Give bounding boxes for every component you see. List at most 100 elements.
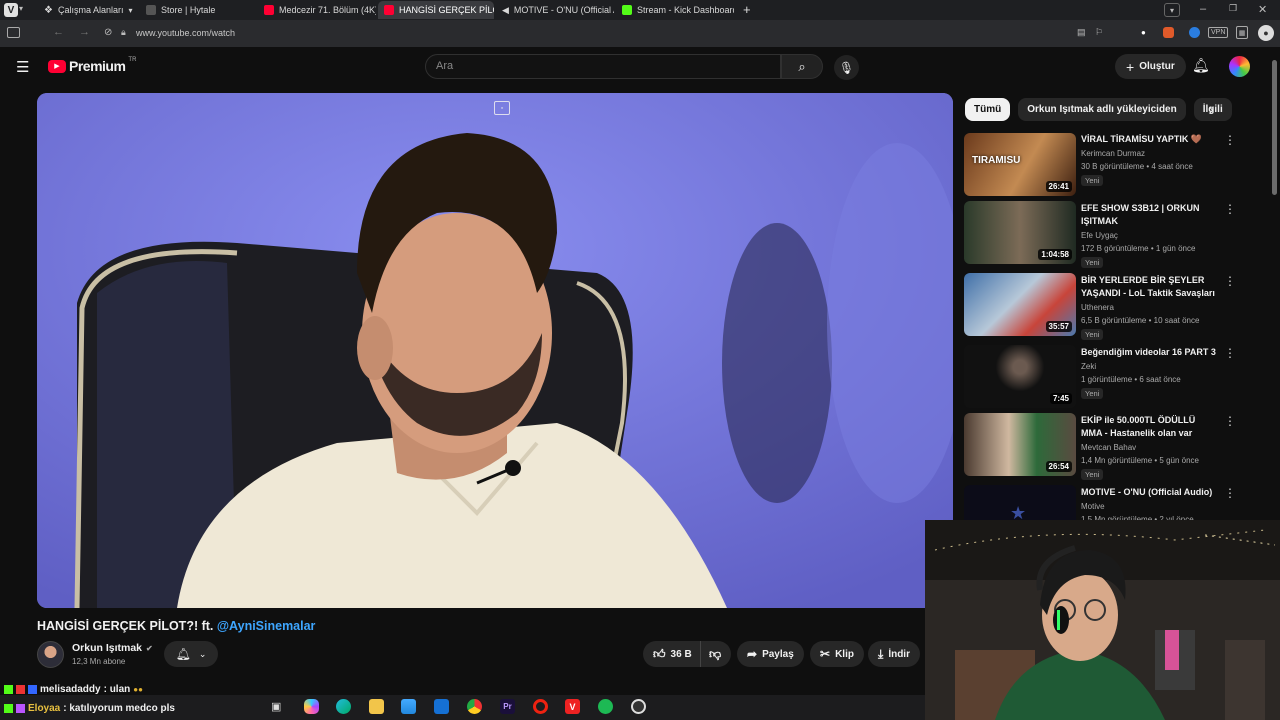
chevron-down-icon[interactable]: ▾ <box>19 4 23 13</box>
tab-motive-onu[interactable]: ◀ MOTIVE - O'NU (Official Au <box>496 1 614 19</box>
tab-medcezir[interactable]: Medcezir 71. Bölüm (4K) - Y <box>258 1 376 19</box>
microsoft-store-icon[interactable] <box>401 699 416 714</box>
channel-avatar[interactable] <box>37 641 64 668</box>
channel-name[interactable]: Orkun Işıtmak ✔ <box>72 642 153 654</box>
recommendation-channel[interactable]: Motive <box>1081 500 1105 513</box>
recommendation-title[interactable]: BİR YERLERDE BİR ŞEYLER YAŞANDI - LoL Ta… <box>1081 274 1217 300</box>
notifications-bell-icon[interactable]: 🔔︎ <box>1192 57 1210 74</box>
recommendation-channel[interactable]: Kerimcan Durmaz <box>1081 147 1145 160</box>
recommendation-title[interactable]: Beğendiğim videolar 16 PART 3 <box>1081 346 1217 359</box>
recommendation-channel[interactable]: Mevtcan Bahav <box>1081 441 1136 454</box>
kick-favicon-icon <box>622 5 632 15</box>
browser-logo-icon[interactable]: V <box>4 3 18 17</box>
recommendation-channel[interactable]: Zeki <box>1081 360 1096 373</box>
recommendation-title[interactable]: EKİP ile 50.000TL ÖDÜLLÜ MMA - Hastaneli… <box>1081 414 1217 440</box>
task-view-icon[interactable]: ▣ <box>271 700 281 713</box>
youtube-play-icon: ▶ <box>48 59 66 73</box>
recommendation-thumbnail[interactable]: 1:04:58 <box>964 201 1076 264</box>
file-explorer-icon[interactable] <box>369 699 384 714</box>
browser-tab-bar: V ▾ ❖ Çalışma Alanları ▾ Store | Hytale … <box>0 0 1280 20</box>
more-options-icon[interactable]: ⋮ <box>1224 414 1236 428</box>
tab-kick-dashboard[interactable]: Stream - Kick Dashboard <box>616 1 734 19</box>
recommendation-thumbnail[interactable]: 7:45 <box>964 345 1076 408</box>
clip-button[interactable]: ✂ Klip <box>810 641 864 667</box>
premiere-pro-icon[interactable]: Pr <box>500 699 515 714</box>
chat-text: : katılıyorum medco pls <box>63 703 175 714</box>
recommendation-channel[interactable]: Uthenera <box>1081 301 1114 314</box>
profile-icon[interactable]: ● <box>1258 25 1274 41</box>
extension-red-icon[interactable] <box>1163 27 1174 38</box>
video-title-mention-link[interactable]: @AyniSinemalar <box>217 619 316 633</box>
minimize-icon[interactable]: – <box>1200 3 1206 15</box>
bookmark-icon[interactable]: ⚐ <box>1095 27 1103 38</box>
address-bar-row: ← → ⊘ 🔒︎ www.youtube.com/watch ▤ ⚐ ● VPN… <box>0 20 1280 47</box>
page-scrollbar[interactable] <box>1272 60 1277 195</box>
opera-icon[interactable] <box>533 699 548 714</box>
sidebar-toggle-icon[interactable] <box>7 27 20 38</box>
share-label: Paylaş <box>762 648 794 660</box>
edge-icon[interactable] <box>336 699 351 714</box>
chip-from-uploader[interactable]: Orkun Işıtmak adlı yükleyiciden <box>1018 98 1186 121</box>
recommendation-thumbnail[interactable]: 26:54 <box>964 413 1076 476</box>
extension-dot-icon[interactable]: ● <box>1141 28 1146 37</box>
recommendation-channel[interactable]: Efe Uygaç <box>1081 229 1118 242</box>
more-options-icon[interactable]: ⋮ <box>1224 133 1236 147</box>
like-button[interactable]: 👍︎ 36 B <box>643 641 700 667</box>
chevron-right-icon[interactable]: › <box>1209 101 1214 117</box>
tab-store-hytale[interactable]: Store | Hytale <box>140 1 256 19</box>
recommendation-thumbnail[interactable]: 35:57 <box>964 273 1076 336</box>
shield-icon[interactable]: ⊘ <box>104 27 112 38</box>
close-window-icon[interactable]: ✕ <box>1258 3 1267 16</box>
video-title-text: HANGİSİ GERÇEK PİLOT?! ft. <box>37 619 217 633</box>
more-options-icon[interactable]: ⋮ <box>1224 486 1236 500</box>
recommendation-thumbnail[interactable]: TIRAMISU 26:41 <box>964 133 1076 196</box>
filter-chips: Tümü Orkun Işıtmak adlı yükleyiciden İlg… <box>965 98 1232 121</box>
tab-hangisi-gercek-pilot[interactable]: HANGİSİ GERÇEK PİLOT?! ft <box>378 1 494 19</box>
workspaces-icon: ❖ <box>44 4 53 16</box>
recommendation-title[interactable]: VİRAL TİRAMİSU YAPTIK 🤎 <box>1081 133 1217 146</box>
hytale-favicon-icon <box>146 5 156 15</box>
duration-badge: 35:57 <box>1045 321 1072 332</box>
copilot-icon[interactable] <box>304 699 319 714</box>
vivaldi-icon[interactable]: V <box>565 699 580 714</box>
duration-badge: 7:45 <box>1049 393 1072 404</box>
miniplayer-icon[interactable]: ▫ <box>494 101 510 115</box>
maximize-icon[interactable]: ❐ <box>1229 3 1237 14</box>
download-button[interactable]: ⤓ İndir <box>868 641 920 667</box>
youtube-favicon-icon <box>264 5 274 15</box>
extension-blue-icon[interactable] <box>1189 27 1200 38</box>
vpn-badge[interactable]: VPN <box>1208 27 1229 38</box>
microphone-icon[interactable]: 🎙︎ <box>834 55 859 80</box>
search-input[interactable]: Ara <box>425 54 781 79</box>
forward-arrow-icon[interactable]: → <box>79 26 90 38</box>
youtube-logo[interactable]: ▶ Premium TR <box>48 57 136 74</box>
video-player[interactable]: ▫ <box>37 93 953 608</box>
search-button[interactable]: ⌕ <box>781 54 823 79</box>
back-arrow-icon[interactable]: ← <box>53 26 64 38</box>
extensions-icon[interactable]: ▦ <box>1236 26 1248 39</box>
more-options-icon[interactable]: ⋮ <box>1224 346 1236 360</box>
avatar[interactable] <box>1229 56 1250 77</box>
webcam-overlay <box>925 520 1280 720</box>
tab-label: HANGİSİ GERÇEK PİLOT?! ft <box>399 5 494 15</box>
recommendation-title[interactable]: MOTIVE - O'NU (Official Audio) <box>1081 486 1217 499</box>
create-button[interactable]: + Oluştur <box>1115 54 1186 79</box>
obs-icon[interactable] <box>631 699 646 714</box>
more-options-icon[interactable]: ⋮ <box>1224 274 1236 288</box>
share-button[interactable]: ➦ Paylaş <box>737 641 804 667</box>
outlook-icon[interactable] <box>434 699 449 714</box>
url-text[interactable]: www.youtube.com/watch <box>136 28 235 38</box>
more-options-icon[interactable]: ⋮ <box>1224 202 1236 216</box>
subscribe-bell-button[interactable]: 🔔︎ ⌄ <box>164 641 218 667</box>
workspaces-menu[interactable]: ❖ Çalışma Alanları ▾ <box>38 1 138 19</box>
new-tab-icon[interactable]: + <box>743 2 751 17</box>
chrome-icon[interactable] <box>467 699 482 714</box>
chip-all[interactable]: Tümü <box>965 98 1011 121</box>
tab-list-chevron-icon[interactable]: ▾ <box>1164 3 1180 17</box>
recommendation-title[interactable]: EFE SHOW S3B12 | ORKUN IŞITMAK <box>1081 202 1217 228</box>
recommendation-meta: 30 B görüntüleme • 4 saat önce <box>1081 162 1193 171</box>
spotify-icon[interactable] <box>598 699 613 714</box>
reader-mode-icon[interactable]: ▤ <box>1077 27 1086 38</box>
hamburger-menu-icon[interactable]: ☰ <box>16 58 29 76</box>
dislike-button[interactable]: 👎︎ <box>700 641 731 667</box>
